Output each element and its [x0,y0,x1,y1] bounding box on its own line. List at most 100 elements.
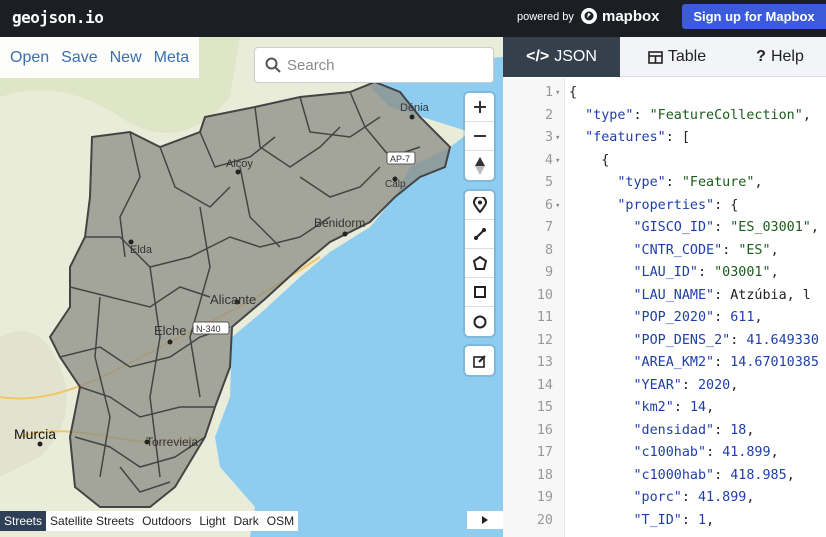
code-line[interactable]: 20 "T_ID": 1, [503,510,826,533]
code-text: "T_ID": 1, [633,512,715,528]
code-line[interactable]: 11 "POP_2020": 611, [503,307,826,330]
line-number: 2 [544,107,553,123]
circle-icon [473,315,486,328]
code-text: "CNTR_CODE": "ES", [633,242,779,258]
map-label-denia: Dénia [400,102,430,114]
draw-polygon-button[interactable] [465,249,494,278]
line-number: 14 [536,377,553,393]
line-number: 4 [544,152,553,168]
line-number: 17 [536,445,553,460]
tab-help[interactable]: ? Help [734,37,826,77]
style-light[interactable]: Light [195,511,229,531]
code-line[interactable]: 10 "LAU_NAME": Atzúbia, l [503,285,826,308]
edit-button[interactable] [465,346,494,375]
mapbox-logo[interactable]: mapbox [580,7,660,25]
search-placeholder: Search [287,56,335,74]
code-line[interactable]: 3 ▾ "features": [ [503,127,826,150]
code-text: "km2": 14, [633,400,715,415]
map-label-torrevieja: Torrevieja [146,435,198,449]
fold-toggle-icon[interactable]: ▾ [555,150,560,173]
line-number: 13 [536,355,553,370]
style-dark[interactable]: Dark [229,511,262,531]
code-text: "c1000hab": 418.985, [633,467,795,483]
code-line[interactable]: 5 "type": "Feature", [503,172,826,195]
chevron-right-icon [482,516,488,524]
search-input[interactable]: Search [254,47,494,83]
code-line[interactable]: 8 "CNTR_CODE": "ES", [503,240,826,263]
signup-button[interactable]: Sign up for Mapbox [682,4,826,29]
code-line[interactable]: 4 ▾ { [503,150,826,173]
code-line[interactable]: 6 ▾ "properties": { [503,195,826,218]
mapbox-icon [581,8,597,24]
collapse-panel-button[interactable] [467,511,503,529]
code-text: "LAU_NAME": Atzúbia, l [633,287,811,303]
terrain-shading-2 [0,331,67,477]
style-osm[interactable]: OSM [263,511,298,531]
top-bar: geojson.io powered by mapbox Sign up for… [0,0,826,37]
draw-rectangle-button[interactable] [465,278,494,307]
road-shield-ap7: AP-7 [386,151,416,165]
panel-tabs: </> JSON Table ? Help [503,37,826,77]
menu-meta[interactable]: Meta [148,49,196,67]
compass-button[interactable] [465,151,494,180]
draw-circle-button[interactable] [465,307,494,336]
code-line[interactable]: 13 "AREA_KM2": 14.67010385 [503,352,826,375]
tab-table-label: Table [667,48,707,65]
code-line[interactable]: 18 "c1000hab": 418.985, [503,465,826,488]
map-label-elda: Elda [130,244,153,256]
line-number: 1 [544,85,553,100]
app-logo[interactable]: geojson.io [12,8,104,27]
zoom-in-button[interactable] [465,93,494,122]
tab-json-label: JSON [554,48,597,65]
file-menu: Open Save New Meta [0,37,200,78]
code-line[interactable]: 7 "GISCO_ID": "ES_03001", [503,217,826,240]
code-text: "type": "Feature", [617,175,763,190]
code-line[interactable]: 9 "LAU_ID": "03001", [503,262,826,285]
line-number: 7 [544,220,553,235]
code-line[interactable]: 15 "km2": 14, [503,397,826,420]
map-label-murcia: Murcia [14,426,56,442]
code-line[interactable]: 16 "densidad": 18, [503,420,826,443]
tab-json[interactable]: </> JSON [503,37,620,77]
code-line[interactable]: 2 "type": "FeatureCollection", [503,105,826,128]
zoom-out-button[interactable] [465,122,494,151]
compass-icon [474,156,485,175]
code-text: { [569,85,578,100]
draw-marker-button[interactable] [465,191,494,220]
code-text: "LAU_ID": "03001", [633,265,779,280]
fold-toggle-icon[interactable]: ▾ [555,127,560,150]
menu-new[interactable]: New [104,49,148,67]
code-text: "YEAR": 2020, [633,377,739,393]
code-line[interactable]: 1 ▾ { [503,82,826,105]
map-label-elche: Elche [154,323,187,338]
code-text: "c100hab": 41.899, [633,445,779,460]
style-streets[interactable]: Streets [0,511,47,531]
line-number: 3 [544,130,553,145]
tab-table[interactable]: Table [620,37,734,77]
style-satellite-streets[interactable]: Satellite Streets [46,511,138,531]
map-style-switcher: Streets Satellite Streets Outdoors Light… [0,511,299,531]
code-line[interactable]: 19 "porc": 41.899, [503,487,826,510]
fold-toggle-icon[interactable]: ▾ [555,195,560,218]
minus-icon [473,135,486,137]
code-line[interactable]: 17 "c100hab": 41.899, [503,442,826,465]
code-text: "type": "FeatureCollection", [585,107,811,123]
code-line[interactable]: 12 "POP_DENS_2": 41.649330 [503,330,826,353]
fold-toggle-icon[interactable]: ▾ [555,82,560,105]
menu-save[interactable]: Save [55,49,103,67]
code-text: "features": [ [585,130,690,145]
draw-controls [465,191,494,336]
map-label-calp: Calp [385,179,406,190]
code-line[interactable]: 14 "YEAR": 2020, [503,375,826,398]
mapbox-label: mapbox [602,7,660,25]
svg-text:N-340: N-340 [196,324,221,334]
tab-help-label: Help [770,48,804,65]
powered-by-text: powered by [517,11,574,23]
draw-line-button[interactable] [465,220,494,249]
menu-open[interactable]: Open [4,49,55,67]
map-view[interactable]: Dénia Alcoy Calp Benidorm Elda Alicante … [0,37,503,537]
style-outdoors[interactable]: Outdoors [138,511,195,531]
code-text: { [569,152,610,168]
json-editor[interactable]: 1 ▾{2 "type": "FeatureCollection", 3 ▾ "fea… [503,78,826,537]
edit-controls [465,346,494,375]
